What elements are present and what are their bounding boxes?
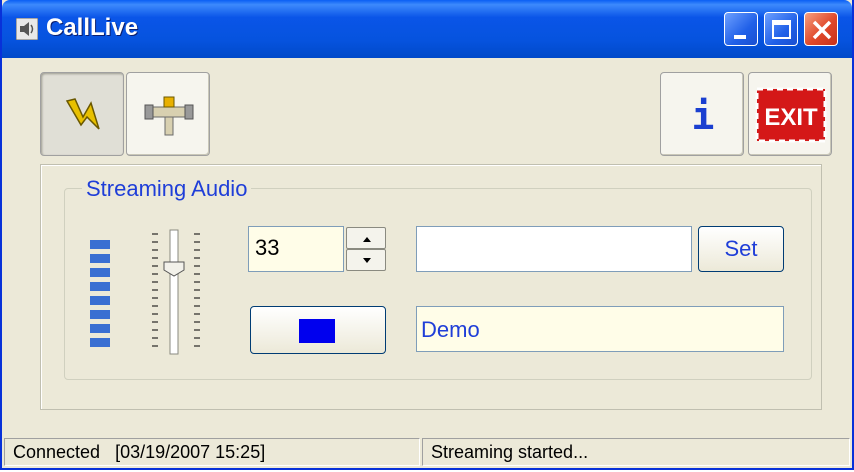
speaker-icon[interactable] xyxy=(15,17,39,41)
stream-name-field[interactable]: Demo xyxy=(416,306,784,352)
info-button[interactable]: i xyxy=(660,72,744,156)
stream-text-input[interactable] xyxy=(416,226,692,272)
slider-track-icon xyxy=(152,229,200,355)
level-meter xyxy=(88,232,110,354)
connection-status: Connected [03/19/2007 15:25] xyxy=(4,438,420,466)
set-button[interactable]: Set xyxy=(698,226,784,272)
level-segment xyxy=(90,324,110,333)
maximize-button[interactable] xyxy=(764,12,798,46)
group-title: Streaming Audio xyxy=(82,176,252,202)
streaming-status-text: Streaming started... xyxy=(431,442,589,462)
stop-icon xyxy=(299,319,335,343)
level-segment xyxy=(90,282,110,291)
connection-status-text: Connected [03/19/2007 15:25] xyxy=(13,442,266,462)
lightning-icon xyxy=(65,98,100,130)
window-title: CallLive xyxy=(46,14,139,41)
spin-up-button[interactable] xyxy=(346,227,386,249)
streaming-status: Streaming started... xyxy=(422,438,850,466)
close-button[interactable] xyxy=(804,12,838,46)
maximize-icon xyxy=(772,20,791,39)
minimize-icon xyxy=(734,35,746,39)
volume-value-field[interactable]: 33 xyxy=(248,226,344,272)
svg-text:EXIT: EXIT xyxy=(764,104,818,131)
down-arrow-icon xyxy=(363,258,371,263)
close-icon xyxy=(812,20,832,40)
level-segment xyxy=(90,338,110,347)
up-arrow-icon xyxy=(363,237,371,242)
settings-button[interactable] xyxy=(126,72,210,156)
minimize-button[interactable] xyxy=(724,12,758,46)
volume-slider[interactable] xyxy=(148,226,208,356)
title-bar[interactable]: CallLive xyxy=(2,0,852,58)
svg-text:i: i xyxy=(692,94,715,138)
level-segment xyxy=(90,254,110,263)
level-segment xyxy=(90,240,110,249)
connect-button[interactable] xyxy=(40,72,124,156)
status-bar: Connected [03/19/2007 15:25] Streaming s… xyxy=(2,434,852,468)
exit-sign-icon: EXIT xyxy=(755,87,827,143)
level-segment xyxy=(90,310,110,319)
info-icon: i xyxy=(692,94,715,138)
exit-button[interactable]: EXIT xyxy=(748,72,832,156)
stop-button[interactable] xyxy=(250,306,386,354)
level-segment xyxy=(90,268,110,277)
app-window: CallLive i EXIT Streaming Audio 33 Set D… xyxy=(0,0,854,470)
level-segment xyxy=(90,296,110,305)
t-connector-icon xyxy=(144,96,194,136)
spin-down-button[interactable] xyxy=(346,249,386,271)
